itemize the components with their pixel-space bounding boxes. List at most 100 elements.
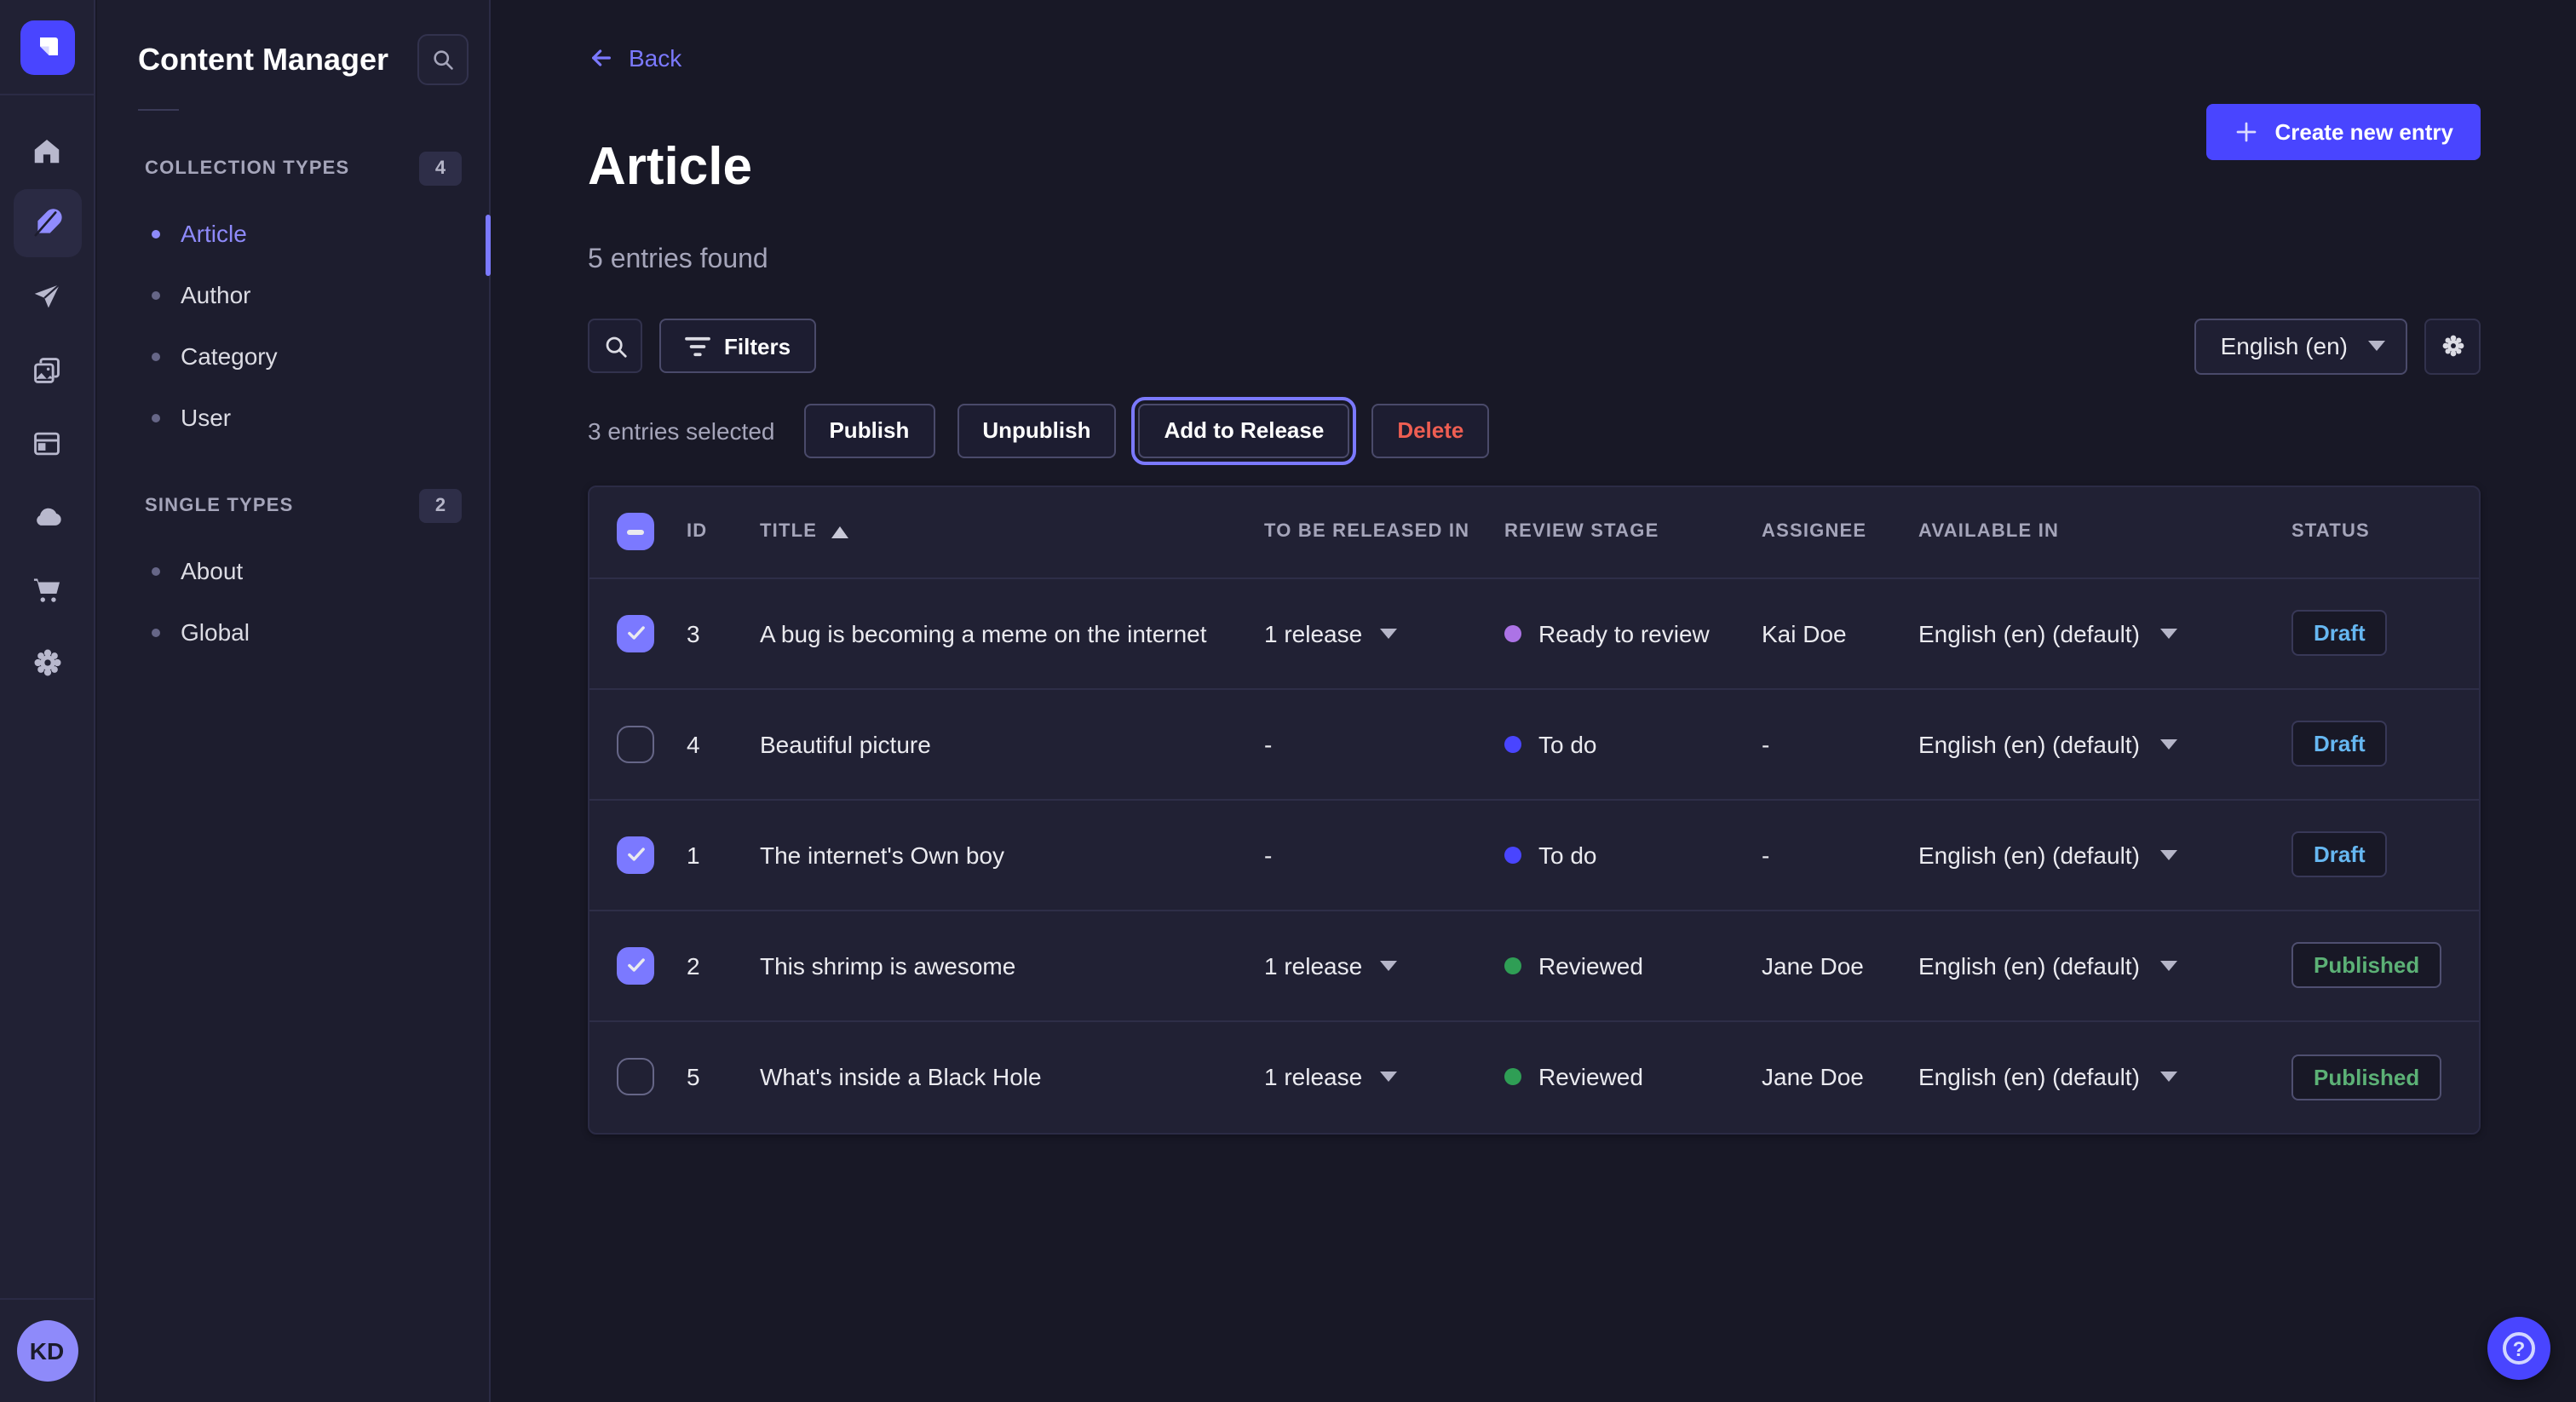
row-checkbox[interactable]: [617, 836, 654, 873]
column-header-review-stage: REVIEW STAGE: [1504, 521, 1762, 542]
settings-gear-icon[interactable]: [20, 635, 74, 690]
home-icon[interactable]: [20, 123, 74, 177]
view-settings-button[interactable]: [2424, 318, 2481, 374]
media-library-icon[interactable]: [20, 342, 74, 397]
add-to-release-button[interactable]: Add to Release: [1138, 403, 1349, 457]
sidebar-item-user[interactable]: User: [97, 387, 489, 448]
stage-dot-icon: [1504, 624, 1521, 641]
sidebar-item-label: Global: [181, 618, 250, 646]
chevron-down-icon: [2160, 738, 2177, 749]
section-single-types: SINGLE TYPES 2: [145, 489, 462, 523]
send-icon[interactable]: [20, 269, 74, 324]
row-checkbox[interactable]: [617, 946, 654, 984]
gear-icon: [2439, 332, 2466, 359]
status-badge: Published: [2291, 1054, 2441, 1100]
back-link[interactable]: Back: [588, 44, 681, 72]
bullet-icon: [152, 290, 160, 299]
cell-review-stage: To do: [1504, 841, 1762, 868]
main-content: Back Article Create new entry 5 entries …: [492, 0, 2576, 1402]
cell-id: 1: [687, 841, 760, 868]
cell-available-in[interactable]: English (en) (default): [1918, 730, 2291, 757]
help-button[interactable]: ?: [2487, 1317, 2550, 1380]
chevron-down-icon: [2160, 960, 2177, 970]
row-checkbox[interactable]: [617, 725, 654, 762]
cell-id: 3: [687, 619, 760, 646]
sidebar-item-author[interactable]: Author: [97, 264, 489, 325]
rail-bottom: KD: [0, 1298, 94, 1402]
stage-dot-icon: [1504, 957, 1521, 974]
column-header-title[interactable]: TITLE: [760, 521, 1264, 542]
search-button[interactable]: [588, 319, 642, 373]
cell-assignee: -: [1762, 730, 1918, 757]
sidebar-item-label: About: [181, 557, 243, 584]
filter-icon: [685, 335, 710, 357]
selection-count-text: 3 entries selected: [588, 417, 774, 444]
filters-button[interactable]: Filters: [659, 319, 816, 373]
column-header-id[interactable]: ID: [687, 521, 760, 542]
cell-status: Draft: [2291, 721, 2452, 767]
unpublish-button[interactable]: Unpublish: [957, 403, 1116, 457]
content-manager-feather-icon[interactable]: [13, 189, 81, 257]
cell-review-stage: To do: [1504, 730, 1762, 757]
section-count-badge: 2: [419, 489, 462, 523]
stage-dot-icon: [1504, 1068, 1521, 1085]
back-label: Back: [629, 44, 681, 72]
cell-to-be-released-in: -: [1264, 730, 1504, 757]
cell-assignee: Kai Doe: [1762, 619, 1918, 646]
status-badge: Draft: [2291, 610, 2388, 656]
table-row: 5What's inside a Black Hole1 releaseRevi…: [589, 1021, 2479, 1132]
cell-status: Published: [2291, 1054, 2452, 1100]
subnav-divider: [138, 109, 179, 111]
strapi-logo[interactable]: [20, 20, 74, 74]
check-icon: [624, 843, 647, 865]
cell-status: Draft: [2291, 831, 2452, 877]
subnav-search-button[interactable]: [417, 34, 469, 85]
sidebar-item-about[interactable]: About: [97, 540, 489, 601]
select-all-checkbox[interactable]: [617, 513, 654, 550]
sidebar-item-global[interactable]: Global: [97, 601, 489, 663]
row-checkbox[interactable]: [617, 1058, 654, 1095]
chevron-down-icon: [2368, 341, 2385, 351]
cell-to-be-released-in[interactable]: 1 release: [1264, 619, 1504, 646]
subnav-title: Content Manager: [138, 42, 388, 78]
table-body: 3A bug is becoming a meme on the interne…: [589, 578, 2479, 1132]
entries-table: ID TITLE TO BE RELEASED IN REVIEW STAGE …: [588, 485, 2481, 1134]
cell-to-be-released-in[interactable]: 1 release: [1264, 951, 1504, 979]
row-checkbox[interactable]: [617, 614, 654, 652]
cloud-icon[interactable]: [20, 489, 74, 543]
table-row: 4Beautiful picture-To do-English (en) (d…: [589, 689, 2479, 800]
section-label: SINGLE TYPES: [145, 496, 294, 516]
create-new-entry-label: Create new entry: [2274, 119, 2453, 145]
user-avatar[interactable]: KD: [16, 1320, 78, 1382]
cell-title: A bug is becoming a meme on the internet: [760, 619, 1264, 646]
sidebar-item-category[interactable]: Category: [97, 325, 489, 387]
sidebar-item-label: Article: [181, 220, 247, 247]
sort-ascending-icon: [831, 526, 848, 537]
cell-title: The internet's Own boy: [760, 841, 1264, 868]
cell-assignee: -: [1762, 841, 1918, 868]
marketplace-cart-icon[interactable]: [20, 562, 74, 617]
cell-available-in[interactable]: English (en) (default): [1918, 841, 2291, 868]
sidebar-item-label: User: [181, 404, 231, 431]
rail-icon-list: [13, 123, 81, 690]
column-header-release: TO BE RELEASED IN: [1264, 521, 1504, 542]
cell-status: Published: [2291, 942, 2452, 988]
locale-select[interactable]: English (en): [2195, 318, 2407, 374]
cell-id: 4: [687, 730, 760, 757]
bullet-icon: [152, 566, 160, 575]
cell-title: This shrimp is awesome: [760, 951, 1264, 979]
content-type-builder-icon[interactable]: [20, 416, 74, 470]
cell-available-in[interactable]: English (en) (default): [1918, 619, 2291, 646]
publish-button[interactable]: Publish: [803, 403, 934, 457]
status-badge: Draft: [2291, 721, 2388, 767]
cell-to-be-released-in[interactable]: 1 release: [1264, 1063, 1504, 1090]
delete-button[interactable]: Delete: [1371, 403, 1489, 457]
cell-available-in[interactable]: English (en) (default): [1918, 951, 2291, 979]
create-new-entry-button[interactable]: Create new entry: [2206, 104, 2481, 160]
content-manager-subnav: Content Manager COLLECTION TYPES 4 Artic…: [97, 0, 491, 1402]
plus-icon: [2234, 119, 2259, 145]
bullet-icon: [152, 229, 160, 238]
sidebar-item-article[interactable]: Article: [97, 203, 489, 264]
section-label: COLLECTION TYPES: [145, 158, 349, 179]
cell-available-in[interactable]: English (en) (default): [1918, 1063, 2291, 1090]
